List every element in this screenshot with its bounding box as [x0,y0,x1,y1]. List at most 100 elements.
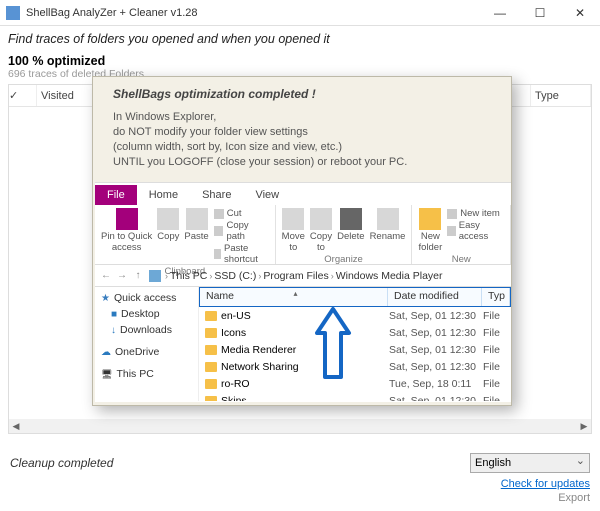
new-item-icon [447,209,457,219]
folder-icon [205,345,217,355]
explorer-screenshot: File Home Share View Pin to Quick access… [95,182,511,402]
app-subtitle: Find traces of folders you opened and wh… [0,26,600,54]
tab-share: Share [190,185,243,205]
language-select[interactable]: English [470,453,590,473]
paste-shortcut-icon [214,249,221,259]
scrollbar-horizontal[interactable]: ◀ ▶ [9,419,591,433]
maximize-button[interactable]: ☐ [520,0,560,26]
bottom-links: Check for updates Export [10,477,590,505]
file-type: File [483,310,511,322]
explorer-rows: en-USSat, Sep, 01 12:30FileIconsSat, Sep… [199,307,511,401]
back-icon: ← [99,269,113,283]
cut-icon [214,209,224,219]
popup-line: In Windows Explorer, [113,110,491,125]
list-item: Icons Sat, Sep, 01 12:30File [199,324,511,341]
copyto-icon [310,208,332,230]
popup-heading: ShellBags optimization completed ! [113,87,491,102]
move-to-button: Move to [282,208,305,253]
group-label: Organize [324,254,363,265]
new-folder-button: New folder [418,208,442,253]
list-item: Skins Sat, Sep, 01 12:30File [199,392,511,401]
folder-icon [205,311,217,321]
forward-icon: → [115,269,129,283]
explorer-columns: Name Date modified Typ [199,287,511,307]
folder-icon [205,396,217,402]
list-item: ro-RO Tue, Sep, 18 0:11File [199,375,511,392]
export-link[interactable]: Export [10,491,590,505]
date-modified: Sat, Sep, 01 12:30 [389,327,483,339]
check-updates-link[interactable]: Check for updates [10,477,590,491]
file-name: Media Renderer [221,344,296,356]
rename-icon [377,208,399,230]
file-name: ro-RO [221,378,250,390]
folder-icon [205,328,217,338]
file-name: Skins [221,395,247,402]
popup-message: ShellBags optimization completed ! In Wi… [93,87,511,178]
col-date: Date modified [388,288,482,306]
file-type: File [483,378,511,390]
crumb: Windows Media Player [336,270,443,282]
tab-home: Home [137,185,190,205]
optimized-label: 100 % optimized [8,54,592,68]
date-modified: Tue, Sep, 18 0:11 [389,378,483,390]
crumb: Program Files [263,270,328,282]
file-type: File [483,327,511,339]
new-folder-icon [419,208,441,230]
copy-to-button: Copy to [310,208,332,253]
move-icon [282,208,304,230]
titlebar: ShellBag AnalyZer + Cleaner v1.28 — ☐ ✕ [0,0,600,26]
attention-arrow-icon [313,307,353,379]
file-name: en-US [221,310,251,322]
list-item: Network SharingSat, Sep, 01 12:30File [199,358,511,375]
popup-line: (column width, sort by, Icon size and vi… [113,140,491,155]
completion-popup: ShellBags optimization completed ! In Wi… [92,76,512,406]
explorer-sidebar: Quick access Desktop Downloads OneDrive … [95,287,199,401]
explorer-body: Quick access Desktop Downloads OneDrive … [95,287,511,401]
pc-icon [149,270,161,282]
tab-view: View [243,185,291,205]
minimize-button[interactable]: — [480,0,520,26]
paste-button: Paste [184,208,208,242]
breadcrumb: ← → ↑ › This PC › SSD (C:) › Program Fil… [95,265,511,287]
group-label: New [452,254,471,265]
folder-icon [205,379,217,389]
sidebar-this-pc: This PC [99,366,194,382]
popup-line: UNTIL you LOGOFF (close your session) or… [113,155,491,170]
clipboard-sublist: Cut Copy path Paste shortcut [214,208,269,265]
copy-path-icon [214,226,224,236]
new-sublist: New item Easy access [447,208,504,242]
copy-icon [157,208,179,230]
up-icon: ↑ [131,269,145,283]
delete-icon [340,208,362,230]
ribbon-organize: Move to Copy to Delete Rename Organize [276,205,413,264]
list-item: Media RendererSat, Sep, 01 12:30File [199,341,511,358]
bottom-bar: Cleanup completed English Check for upda… [0,449,600,511]
col-name: Name [200,288,388,306]
window-title: ShellBag AnalyZer + Cleaner v1.28 [26,7,480,19]
list-item: en-US Sat, Sep, 01 12:30File [199,307,511,324]
file-name: Network Sharing [221,361,299,373]
explorer-tabs: File Home Share View [95,183,511,205]
explorer-main: Name Date modified Typ en-US Sat, Sep, 01… [199,287,511,401]
date-modified: Sat, Sep, 01 12:30 [389,395,483,402]
sidebar-quick-access: Quick access [99,290,194,306]
close-button[interactable]: ✕ [560,0,600,26]
cleanup-status: Cleanup completed [10,456,113,470]
scroll-right-icon[interactable]: ▶ [577,419,591,433]
popup-line: do NOT modify your folder view settings [113,125,491,140]
copy-button: Copy [157,208,179,242]
folder-icon [205,362,217,372]
app-icon [6,6,20,20]
delete-button: Delete [337,208,364,242]
file-name: Icons [221,327,246,339]
pin-icon [116,208,138,230]
file-type: File [483,395,511,402]
date-modified: Sat, Sep, 01 12:30 [389,310,483,322]
crumb: This PC [170,270,207,282]
col-type[interactable]: Type [531,85,591,106]
file-type: File [483,361,511,373]
col-check[interactable]: ✓ [9,85,37,106]
rename-button: Rename [370,208,406,242]
pin-button: Pin to Quick access [101,208,152,253]
scroll-left-icon[interactable]: ◀ [9,419,23,433]
